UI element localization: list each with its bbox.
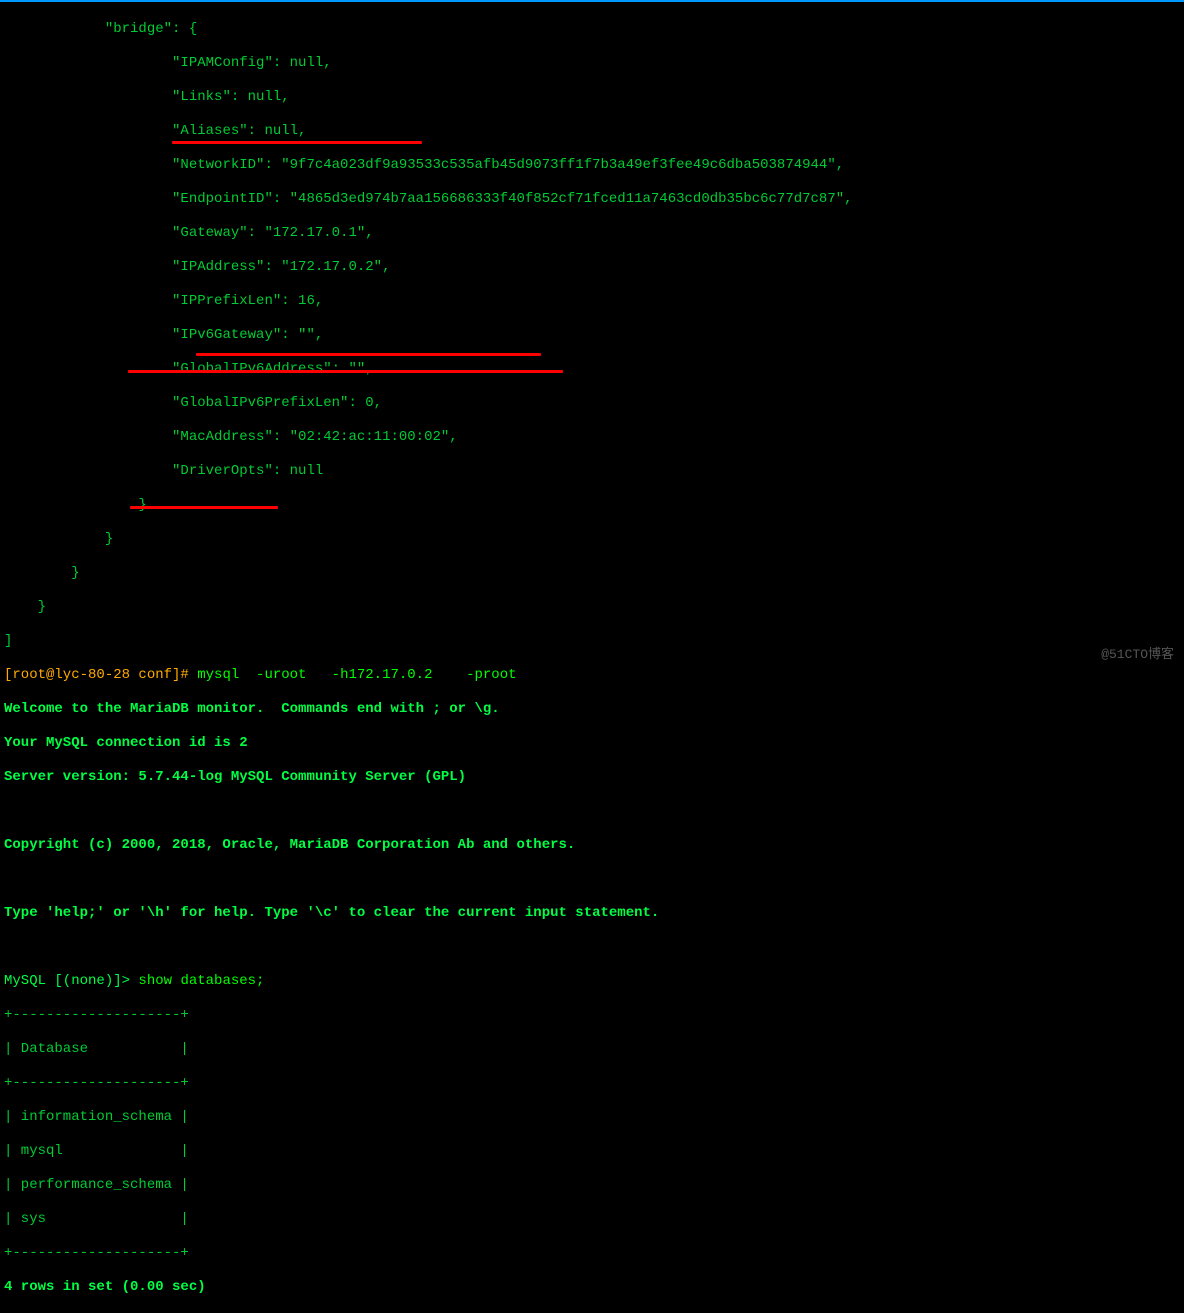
json-line: "Aliases": null,	[4, 123, 1184, 140]
shell-prompt: [root@lyc-80-28 conf]#	[4, 667, 189, 683]
annotation-underline	[130, 506, 278, 509]
json-line: "DriverOpts": null	[4, 463, 1184, 480]
json-line: "IPv6Gateway": "",	[4, 327, 1184, 344]
json-line: "IPAddress": "172.17.0.2",	[4, 259, 1184, 276]
json-line: ]	[4, 633, 1184, 650]
json-line: }	[4, 599, 1184, 616]
table-row: | sys |	[4, 1211, 1184, 1228]
blank-line	[4, 871, 1184, 888]
table-row: | mysql |	[4, 1143, 1184, 1160]
table-row: | information_schema |	[4, 1109, 1184, 1126]
mysql-prompt: MySQL [(none)]>	[4, 973, 130, 989]
table-head: | Database |	[4, 1041, 1184, 1058]
annotation-underline	[196, 353, 541, 356]
table-row: | performance_schema |	[4, 1177, 1184, 1194]
help-line: Type 'help;' or '\h' for help. Type '\c'…	[4, 905, 1184, 922]
copyright-line: Copyright (c) 2000, 2018, Oracle, MariaD…	[4, 837, 1184, 854]
result-line: 4 rows in set (0.00 sec)	[4, 1279, 1184, 1296]
table-border: +--------------------+	[4, 1075, 1184, 1092]
json-line: }	[4, 531, 1184, 548]
json-line: "GlobalIPv6PrefixLen": 0,	[4, 395, 1184, 412]
json-line: "bridge": {	[4, 21, 1184, 38]
json-line: "Links": null,	[4, 89, 1184, 106]
table-border: +--------------------+	[4, 1007, 1184, 1024]
welcome-line: Welcome to the MariaDB monitor. Commands…	[4, 701, 1184, 718]
mysql-command: show databases;	[130, 973, 264, 989]
terminal-output[interactable]: "bridge": { "IPAMConfig": null, "Links":…	[0, 2, 1184, 1313]
annotation-underline	[128, 370, 563, 373]
json-line: "IPAMConfig": null,	[4, 55, 1184, 72]
table-border: +--------------------+	[4, 1245, 1184, 1262]
blank-line	[4, 939, 1184, 956]
json-line: "IPPrefixLen": 16,	[4, 293, 1184, 310]
json-line: }	[4, 565, 1184, 582]
shell-prompt-line: [root@lyc-80-28 conf]# mysql -uroot -h17…	[4, 667, 1184, 684]
blank-line	[4, 803, 1184, 820]
json-line: "MacAddress": "02:42:ac:11:00:02",	[4, 429, 1184, 446]
mysql-prompt-line: MySQL [(none)]> show databases;	[4, 973, 1184, 990]
watermark: @51CTO博客	[1101, 646, 1174, 663]
json-line: "EndpointID": "4865d3ed974b7aa156686333f…	[4, 191, 1184, 208]
json-line: "NetworkID": "9f7c4a023df9a93533c535afb4…	[4, 157, 1184, 174]
annotation-underline	[172, 141, 422, 144]
welcome-line: Your MySQL connection id is 2	[4, 735, 1184, 752]
welcome-line: Server version: 5.7.44-log MySQL Communi…	[4, 769, 1184, 786]
shell-command: mysql -uroot -h172.17.0.2 -proot	[189, 667, 517, 683]
json-line: "Gateway": "172.17.0.1",	[4, 225, 1184, 242]
